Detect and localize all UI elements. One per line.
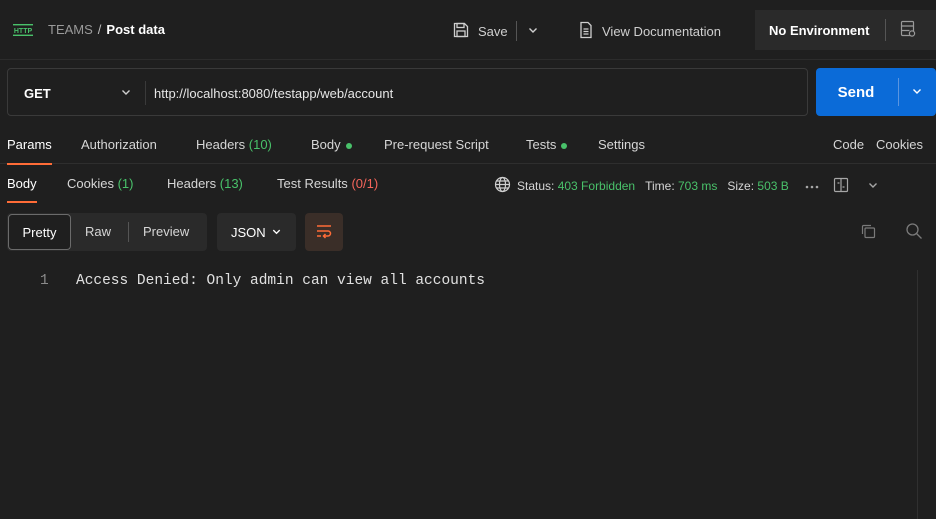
copy-icon[interactable]: [860, 223, 877, 243]
chevron-down-icon[interactable]: [120, 86, 132, 101]
scrollbar[interactable]: [917, 270, 936, 519]
save-button[interactable]: Save: [478, 24, 508, 39]
status-dot: [345, 142, 352, 149]
response-tab-body[interactable]: Body: [7, 176, 37, 203]
layout-icon[interactable]: [833, 177, 849, 196]
wrap-lines-button[interactable]: [305, 213, 343, 251]
divider: [128, 222, 129, 242]
workspace-name[interactable]: TEAMS: [48, 22, 93, 37]
time[interactable]: Time: 703 ms: [645, 179, 717, 193]
breadcrumb-separator: /: [97, 22, 102, 37]
title-bar: HTTP TEAMS / Post data Save View Documenta…: [0, 0, 936, 60]
body-view-mode-group: Pretty Raw Preview: [7, 213, 207, 251]
url-input[interactable]: [154, 80, 794, 106]
format-select[interactable]: JSON: [217, 213, 296, 251]
preview-button[interactable]: Preview: [143, 224, 189, 239]
response-headers-label: Headers: [167, 176, 217, 191]
view-documentation-label: View Documentation: [602, 23, 721, 39]
send-button-group: Send: [816, 68, 936, 116]
tab-headers[interactable]: Headers (10): [196, 137, 272, 152]
status-label: Status:: [517, 179, 555, 193]
save-icon: [452, 21, 470, 42]
code-link[interactable]: Code: [833, 137, 864, 152]
status-value: 403 Forbidden: [557, 179, 636, 193]
save-button-group: Save: [452, 20, 539, 42]
chevron-down-icon: [271, 225, 282, 240]
raw-button[interactable]: Raw: [85, 224, 111, 239]
divider: [898, 78, 899, 106]
status-dot: [561, 142, 568, 149]
search-icon[interactable]: [905, 222, 923, 243]
divider: [885, 19, 886, 41]
status[interactable]: Status: 403 Forbidden: [517, 179, 635, 193]
divider: [515, 21, 517, 41]
cookies-count: (1): [117, 176, 134, 191]
response-body-line: Access Denied: Only admin can view all a…: [76, 273, 485, 289]
size-label: Size:: [727, 179, 755, 193]
tab-authorization[interactable]: Authorization: [81, 137, 157, 152]
request-name[interactable]: Post data: [106, 22, 165, 37]
more-icon[interactable]: [805, 179, 819, 193]
divider: [145, 81, 146, 105]
response-cookies-label: Cookies: [67, 176, 114, 191]
tab-tests[interactable]: Tests: [526, 137, 568, 152]
tab-body[interactable]: Body: [311, 137, 352, 152]
chevron-down-icon[interactable]: [911, 85, 923, 100]
size[interactable]: Size: 503 B: [727, 179, 788, 193]
tab-settings[interactable]: Settings: [598, 137, 645, 152]
tab-pre-request-script[interactable]: Pre-request Script: [384, 137, 489, 152]
svg-text:HTTP: HTTP: [14, 28, 33, 35]
response-headers-count: (13): [219, 176, 243, 191]
response-tab-test-results[interactable]: Test Results (0/1): [277, 176, 378, 191]
http-method-selector[interactable]: GET: [24, 86, 51, 101]
request-url-bar: GET: [7, 68, 808, 116]
environment-selector[interactable]: No Environment: [755, 10, 936, 50]
http-icon: HTTP: [12, 22, 34, 38]
pretty-button[interactable]: Pretty: [8, 214, 71, 250]
request-tabs: Params Authorization Headers (10) Body P…: [0, 126, 936, 165]
environment-label: No Environment: [769, 22, 870, 38]
globe-icon[interactable]: [494, 176, 511, 196]
response-status-bar: Status: 403 Forbidden Time: 703 ms Size:…: [494, 176, 879, 196]
format-select-value: JSON: [231, 224, 266, 240]
tab-params[interactable]: Params: [7, 137, 52, 165]
view-documentation-button[interactable]: View Documentation: [578, 20, 721, 42]
response-tab-headers[interactable]: Headers (13): [167, 176, 243, 191]
time-value: 703 ms: [678, 179, 718, 193]
test-results-count: (0/1): [351, 176, 379, 191]
test-results-label: Test Results: [277, 176, 348, 191]
tab-tests-label: Tests: [526, 137, 557, 152]
tab-body-label: Body: [311, 137, 341, 152]
tab-headers-label: Headers: [196, 137, 246, 152]
environment-icon[interactable]: [900, 20, 916, 41]
breadcrumb: TEAMS / Post data: [48, 22, 165, 37]
document-icon: [578, 21, 594, 42]
cookies-link[interactable]: Cookies: [876, 137, 923, 152]
send-button[interactable]: Send: [816, 84, 896, 101]
size-value: 503 B: [757, 179, 789, 193]
time-label: Time:: [645, 179, 675, 193]
chevron-down-icon[interactable]: [527, 24, 539, 39]
headers-count: (10): [248, 137, 272, 152]
line-number: 1: [40, 273, 49, 289]
chevron-down-icon[interactable]: [867, 179, 879, 194]
response-tab-cookies[interactable]: Cookies (1): [67, 176, 133, 191]
wrap-icon: [315, 223, 333, 242]
response-body-editor[interactable]: 1 Access Denied: Only admin can view all…: [0, 262, 918, 519]
